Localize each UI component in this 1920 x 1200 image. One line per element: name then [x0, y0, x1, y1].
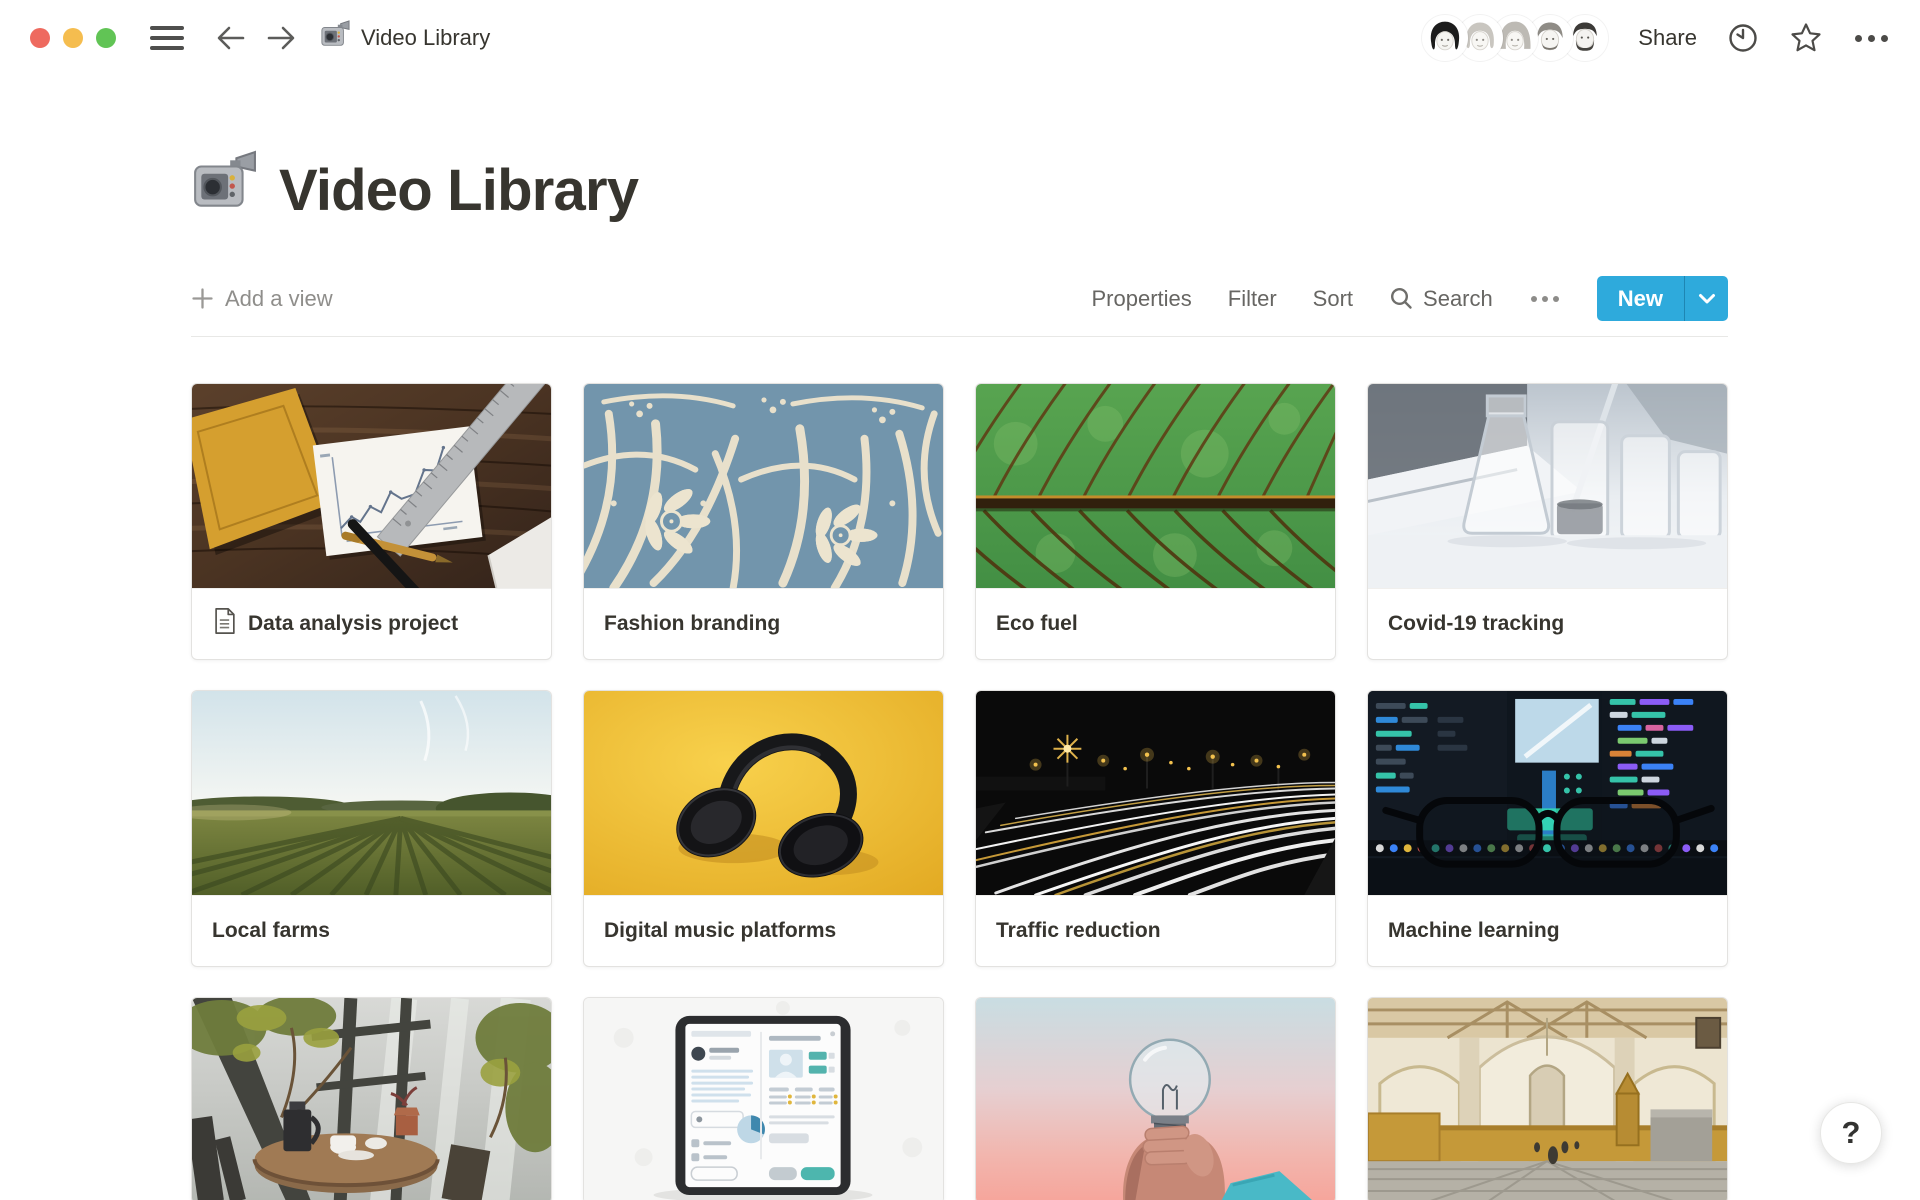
gallery-card[interactable]: Covid-19 tracking — [1367, 383, 1728, 660]
plus-icon — [191, 287, 214, 310]
gallery-card[interactable] — [975, 997, 1336, 1200]
avatar[interactable] — [1422, 15, 1468, 61]
card-cover-wood-desk-chart — [192, 384, 551, 589]
card-cover-lab-glassware — [1368, 384, 1727, 589]
sidebar-menu-icon[interactable] — [150, 26, 184, 50]
window-titlebar: Video Library Share — [0, 0, 1920, 76]
more-options-icon[interactable] — [1853, 31, 1890, 46]
breadcrumb[interactable]: Video Library — [320, 20, 490, 56]
gallery-card[interactable] — [1367, 997, 1728, 1200]
card-title: Covid-19 tracking — [1368, 589, 1727, 659]
gallery-card[interactable]: Machine learning — [1367, 690, 1728, 967]
card-title: Traffic reduction — [976, 896, 1335, 966]
card-cover-tablet-dashboard — [584, 998, 943, 1200]
card-cover-night-highway-light-trails — [976, 691, 1335, 896]
gallery-card[interactable]: Digital music platforms — [583, 690, 944, 967]
card-title: Data analysis project — [192, 589, 551, 659]
gallery-card[interactable] — [583, 997, 944, 1200]
new-button[interactable]: New — [1597, 276, 1684, 321]
card-cover-lightbulb-in-hand — [976, 998, 1335, 1200]
share-button[interactable]: Share — [1638, 25, 1697, 51]
updates-clock-icon[interactable] — [1727, 22, 1759, 54]
card-cover-farm-field — [192, 691, 551, 896]
page-title-text: Video Library — [279, 157, 638, 224]
page-title: Video Library — [191, 150, 1728, 230]
close-window-button[interactable] — [30, 28, 50, 48]
card-title: Digital music platforms — [584, 896, 943, 966]
video-camera-icon — [191, 150, 257, 230]
view-more-options-icon[interactable] — [1529, 292, 1561, 306]
document-icon — [212, 607, 237, 641]
gallery-grid: Data analysis project — [191, 383, 1728, 1200]
new-button-group: New — [1597, 276, 1728, 321]
breadcrumb-title: Video Library — [361, 25, 490, 51]
favorite-star-icon[interactable] — [1789, 21, 1823, 55]
card-cover-blue-floral-pattern — [584, 384, 943, 589]
minimize-window-button[interactable] — [63, 28, 83, 48]
card-title: Eco fuel — [976, 589, 1335, 659]
view-toolbar: Add a view Properties Filter Sort Search… — [191, 276, 1728, 337]
gallery-card[interactable]: Fashion branding — [583, 383, 944, 660]
card-title: Fashion branding — [584, 589, 943, 659]
video-camera-icon — [320, 20, 350, 56]
zoom-window-button[interactable] — [96, 28, 116, 48]
page-body: Video Library Add a view Properties Filt… — [191, 150, 1728, 1200]
card-cover-code-screens-glasses — [1368, 691, 1727, 896]
back-icon[interactable] — [214, 22, 248, 54]
sort-button[interactable]: Sort — [1313, 286, 1353, 312]
gallery-card[interactable]: Data analysis project — [191, 383, 552, 660]
card-title: Local farms — [192, 896, 551, 966]
search-icon — [1389, 286, 1414, 311]
properties-button[interactable]: Properties — [1092, 286, 1192, 312]
gallery-card[interactable] — [191, 997, 552, 1200]
card-cover-church-interior — [1368, 998, 1727, 1200]
traffic-lights — [30, 28, 116, 48]
new-dropdown-button[interactable] — [1684, 276, 1728, 321]
help-button[interactable]: ? — [1820, 1102, 1882, 1164]
filter-button[interactable]: Filter — [1228, 286, 1277, 312]
card-cover-greenhouse-cafe — [192, 998, 551, 1200]
gallery-card[interactable]: Eco fuel — [975, 383, 1336, 660]
gallery-card[interactable]: Local farms — [191, 690, 552, 967]
forward-icon[interactable] — [264, 22, 298, 54]
card-title: Machine learning — [1368, 896, 1727, 966]
search-button[interactable]: Search — [1389, 286, 1493, 312]
chevron-down-icon — [1698, 293, 1716, 305]
gallery-card[interactable]: Traffic reduction — [975, 690, 1336, 967]
collaborator-avatars — [1422, 15, 1608, 61]
add-view-button[interactable]: Add a view — [191, 286, 333, 312]
card-cover-headphones-yellow — [584, 691, 943, 896]
card-cover-green-leaf-macro — [976, 384, 1335, 589]
